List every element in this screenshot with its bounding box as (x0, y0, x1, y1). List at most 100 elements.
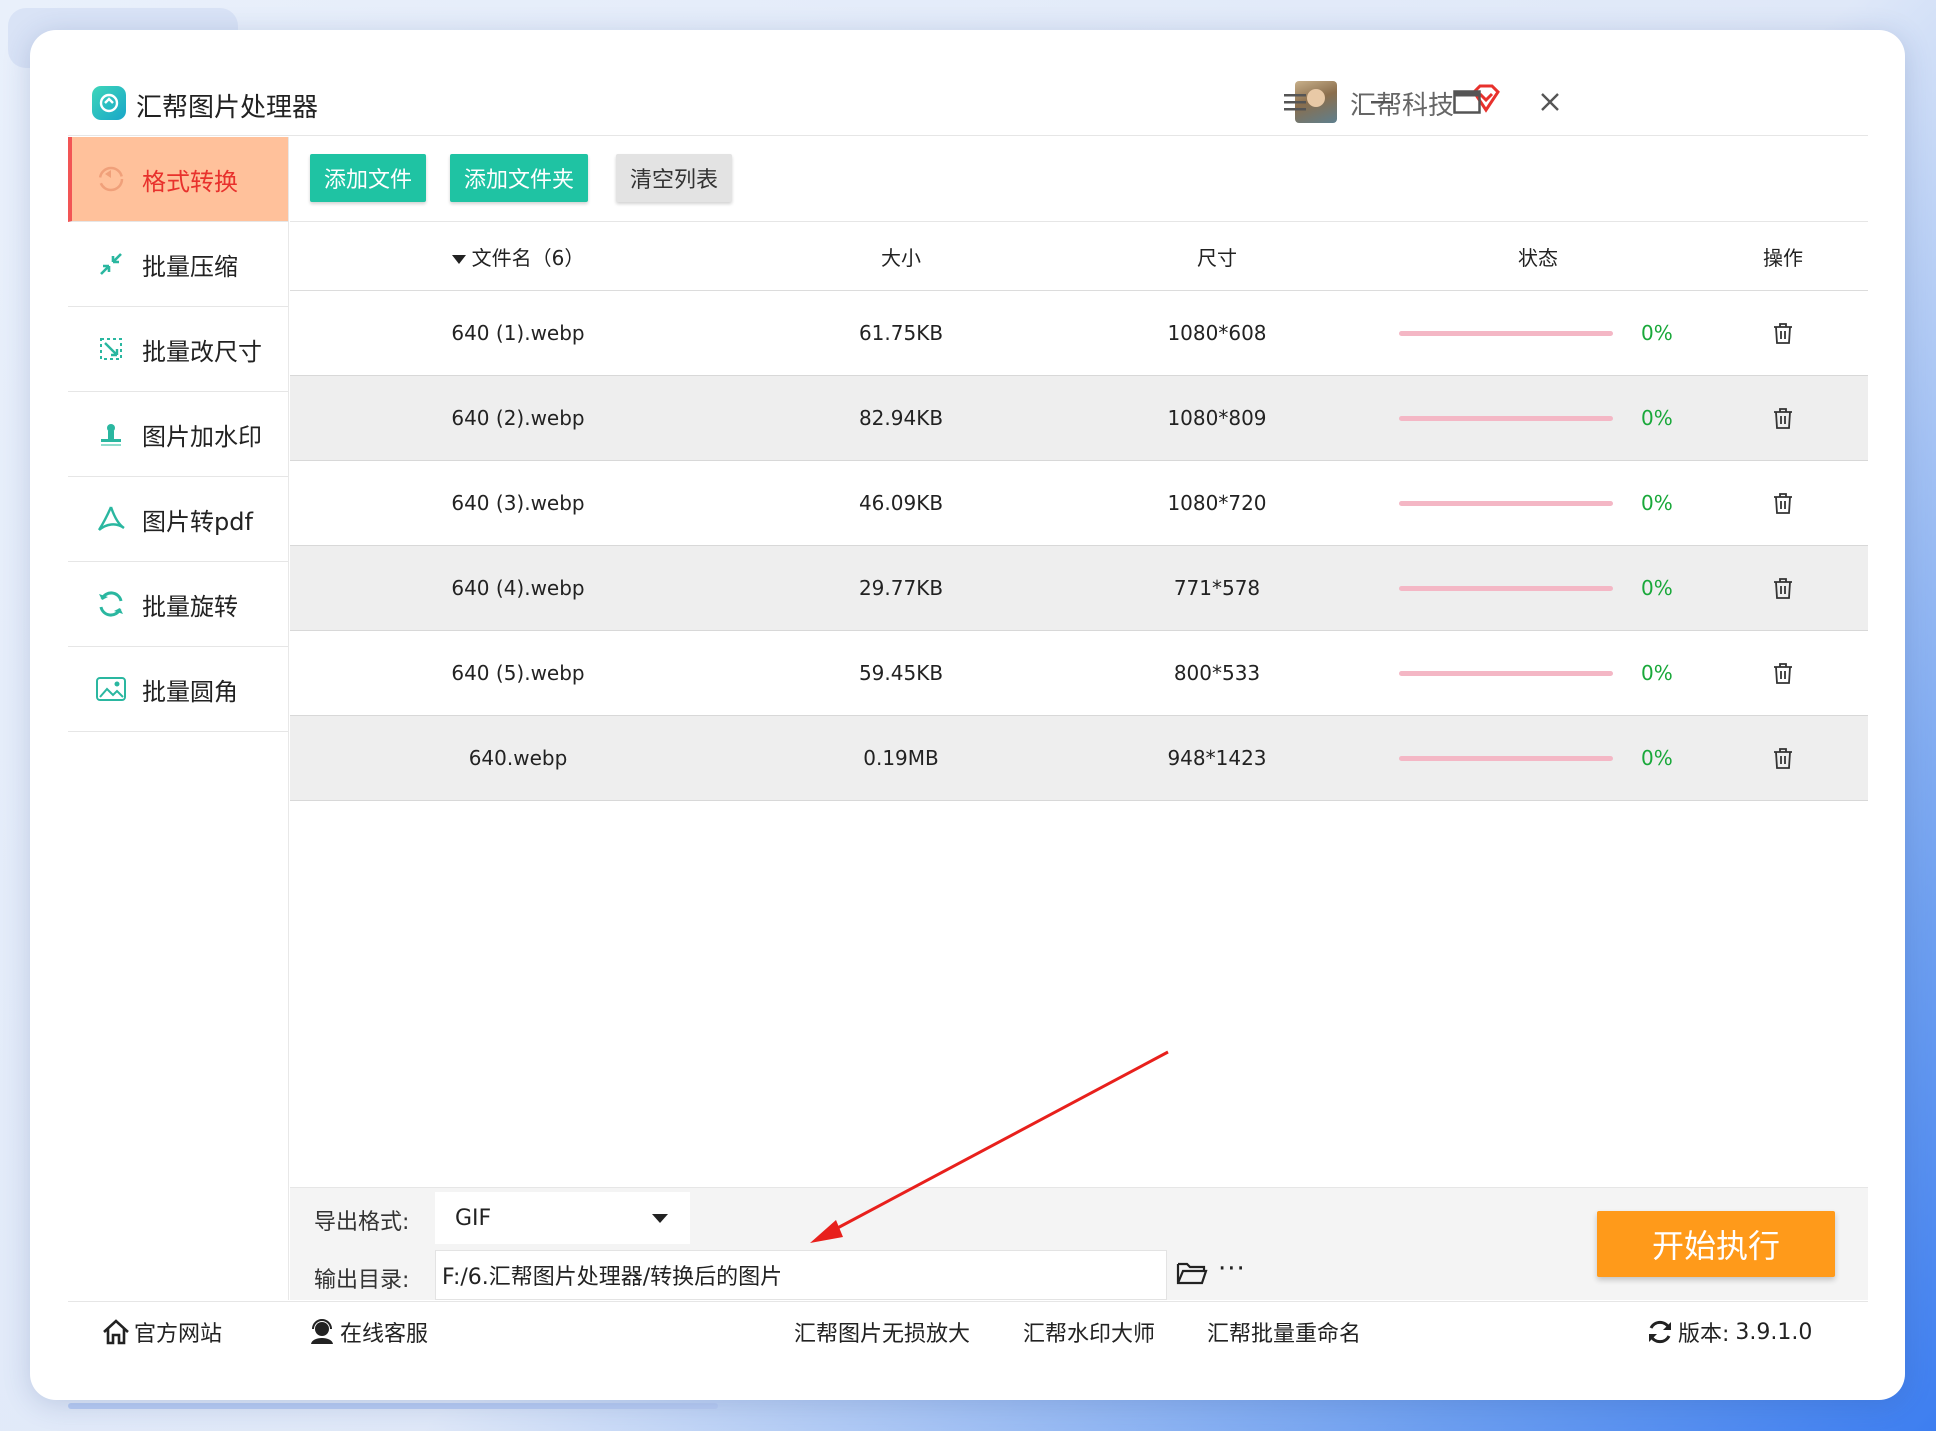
header-action: 操作 (1763, 246, 1803, 270)
sidebar-item-label: 批量压缩 (142, 252, 238, 281)
delete-button[interactable] (1698, 577, 1868, 599)
customer-service-icon (311, 1319, 333, 1344)
trash-icon (1774, 663, 1792, 684)
footer-link-watermark[interactable]: 汇帮水印大师 (1023, 1316, 1155, 1348)
file-status: 0% (1378, 576, 1698, 600)
folder-open-icon[interactable] (1176, 1260, 1208, 1286)
sidebar-item-watermark[interactable]: 图片加水印 (68, 392, 288, 477)
home-icon (103, 1319, 129, 1345)
app-title: 汇帮图片处理器 (136, 93, 319, 123)
file-size: 0.19MB (863, 746, 939, 770)
footer: 官方网站 在线客服 汇帮图片无损放大 汇帮水印大师 汇帮批量重命名 版本: 3.… (68, 1301, 1868, 1359)
progress-percent: 0% (1641, 321, 1673, 345)
sidebar-item-label: 批量改尺寸 (142, 337, 262, 366)
maximize-icon[interactable] (1443, 78, 1491, 126)
minimize-icon[interactable] (1358, 78, 1406, 126)
sidebar-item-rotate[interactable]: 批量旋转 (68, 562, 288, 647)
file-status: 0% (1378, 661, 1698, 685)
trash-icon (1774, 323, 1792, 344)
header-status: 状态 (1518, 246, 1558, 270)
dir-label: 输出目录: (314, 1268, 410, 1293)
file-table: 文件名（6） 大小 尺寸 状态 操作 640 (1).webp 61.75KB … (290, 223, 1868, 801)
table-row: 640 (5).webp 59.45KB 800*533 0% (290, 631, 1868, 716)
website-label: 官方网站 (134, 1322, 223, 1347)
sidebar-item-compress[interactable]: 批量压缩 (68, 222, 288, 307)
clear-list-button[interactable]: 清空列表 (616, 154, 732, 202)
table-row: 640 (1).webp 61.75KB 1080*608 0% (290, 291, 1868, 376)
file-name: 640 (3).webp (451, 491, 585, 515)
toolbar: 添加文件 添加文件夹 清空列表 (290, 137, 1868, 222)
progress-bar (1399, 330, 1613, 336)
start-button[interactable]: 开始执行 (1597, 1211, 1835, 1277)
refresh-icon (1649, 1320, 1671, 1344)
progress-percent: 0% (1641, 576, 1673, 600)
sidebar-item-pdf[interactable]: 图片转pdf (68, 477, 288, 562)
footer-link-upscale[interactable]: 汇帮图片无损放大 (794, 1316, 970, 1348)
resize-icon (94, 332, 128, 366)
add-folder-button[interactable]: 添加文件夹 (450, 154, 588, 202)
sidebar-item-resize[interactable]: 批量改尺寸 (68, 307, 288, 392)
file-dimension: 1080*720 (1167, 491, 1267, 515)
version-info[interactable]: 版本: 3.9.1.0 (1646, 1316, 1812, 1348)
delete-button[interactable] (1698, 407, 1868, 429)
table-row: 640 (3).webp 46.09KB 1080*720 0% (290, 461, 1868, 546)
file-name: 640 (5).webp (451, 661, 585, 685)
file-size: 61.75KB (858, 321, 944, 345)
header-name-label: 文件名（6） (471, 246, 585, 270)
format-select[interactable]: GIF (435, 1192, 690, 1244)
format-label: 导出格式: (314, 1210, 410, 1235)
service-label: 在线客服 (340, 1322, 429, 1347)
trash-icon (1774, 748, 1792, 769)
sidebar-item-label: 批量旋转 (142, 592, 238, 621)
menu-icon[interactable] (1271, 78, 1319, 126)
table-header: 文件名（6） 大小 尺寸 状态 操作 (290, 223, 1868, 291)
website-link[interactable]: 官方网站 (102, 1316, 222, 1348)
trash-icon (1774, 493, 1792, 514)
file-status: 0% (1378, 406, 1698, 430)
footer-link-rename[interactable]: 汇帮批量重命名 (1207, 1316, 1361, 1348)
header-size: 大小 (881, 246, 921, 270)
delete-button[interactable] (1698, 662, 1868, 684)
title-bar: 汇帮图片处理器 汇帮科技 (68, 60, 1868, 136)
sidebar-item-format-convert[interactable]: 格式转换 (68, 137, 288, 222)
output-settings: 导出格式: GIF 输出目录: F:/6.汇帮图片处理器/转换后的图片 ··· … (290, 1187, 1868, 1300)
progress-percent: 0% (1641, 406, 1673, 430)
delete-button[interactable] (1698, 322, 1868, 344)
delete-button[interactable] (1698, 747, 1868, 769)
service-link[interactable]: 在线客服 (308, 1316, 428, 1348)
header-dimension: 尺寸 (1197, 246, 1237, 270)
sidebar-item-label: 图片转pdf (142, 507, 253, 536)
watermark-icon (94, 417, 128, 451)
more-icon[interactable]: ··· (1218, 1254, 1246, 1284)
convert-icon (94, 162, 128, 196)
add-file-button[interactable]: 添加文件 (310, 154, 426, 202)
file-name: 640 (4).webp (451, 576, 585, 600)
version-number: 3.9.1.0 (1735, 1319, 1813, 1345)
sidebar-item-round-corner[interactable]: 批量圆角 (68, 647, 288, 732)
file-status: 0% (1378, 321, 1698, 345)
file-dimension: 1080*809 (1167, 406, 1267, 430)
output-dir-input[interactable]: F:/6.汇帮图片处理器/转换后的图片 (435, 1250, 1167, 1300)
file-dimension: 800*533 (1173, 661, 1261, 685)
file-name: 640 (1).webp (451, 321, 585, 345)
background-scrollbar (68, 1403, 718, 1409)
file-status: 0% (1378, 746, 1698, 770)
progress-bar (1399, 755, 1613, 761)
progress-percent: 0% (1641, 746, 1673, 770)
chevron-down-icon (652, 1214, 668, 1223)
file-dimension: 1080*608 (1167, 321, 1267, 345)
trash-icon (1774, 578, 1792, 599)
delete-button[interactable] (1698, 492, 1868, 514)
sidebar-item-label: 图片加水印 (142, 422, 262, 451)
header-name[interactable]: 文件名（6） (290, 242, 746, 271)
rotate-icon (94, 587, 128, 621)
file-name: 640 (2).webp (451, 406, 585, 430)
progress-percent: 0% (1641, 661, 1673, 685)
close-icon[interactable] (1526, 78, 1574, 126)
table-row: 640.webp 0.19MB 948*1423 0% (290, 716, 1868, 801)
table-row: 640 (4).webp 29.77KB 771*578 0% (290, 546, 1868, 631)
file-size: 59.45KB (858, 661, 944, 685)
progress-bar (1399, 415, 1613, 421)
file-size: 82.94KB (858, 406, 944, 430)
file-size: 29.77KB (858, 576, 944, 600)
